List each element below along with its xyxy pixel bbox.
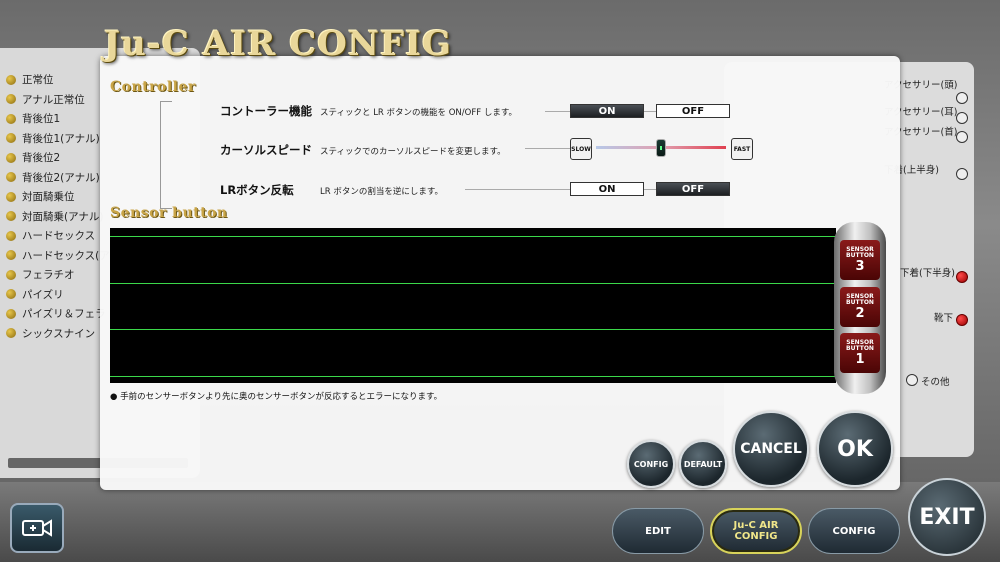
default-button[interactable]: DEFAULT	[679, 440, 727, 488]
controller-function-on-button[interactable]: ON	[570, 104, 644, 118]
outfit-label: 靴下	[934, 313, 954, 324]
outfit-radio[interactable]	[956, 168, 968, 180]
outfit-radio[interactable]	[956, 92, 968, 104]
sensor-button-2: SENSOR BUTTON 2	[840, 287, 880, 327]
outfit-radio[interactable]	[956, 112, 968, 124]
radio-dot-icon	[6, 250, 16, 261]
outfit-label: 下着(下半身)	[900, 268, 955, 279]
lr-swap-on-button[interactable]: ON	[570, 182, 644, 196]
sensor-line-2	[110, 283, 836, 284]
sensor-button-1: SENSOR BUTTON 1	[840, 333, 880, 373]
sensor-heading: Sensor button	[110, 205, 228, 221]
ok-button[interactable]: OK	[817, 411, 893, 487]
radio-dot-icon	[6, 191, 16, 202]
radio-dot-icon	[6, 74, 16, 85]
outfit-label: その他	[921, 377, 950, 388]
radio-dot-icon	[6, 328, 16, 339]
controller-heading: Controller	[110, 79, 196, 95]
speed-slow-button[interactable]: SLOW	[570, 138, 592, 160]
radio-dot-icon	[6, 269, 16, 280]
radio-dot-icon	[6, 113, 16, 124]
row-divider	[525, 148, 570, 149]
controller-function-desc: スティックと LR ボタンの機能を ON/OFF します。	[320, 108, 517, 118]
radio-dot-icon	[6, 308, 16, 319]
camera-icon	[22, 519, 52, 537]
radio-dot-icon	[6, 152, 16, 163]
exit-button[interactable]: EXIT	[908, 478, 986, 556]
radio-dot-icon	[6, 94, 16, 105]
sensor-line-3	[110, 236, 836, 237]
cursor-speed-label: カーソルスピード	[220, 143, 312, 157]
sensor-button-3: SENSOR BUTTON 3	[840, 240, 880, 280]
outfit-radio[interactable]	[906, 374, 918, 386]
cursor-speed-desc: スティックでのカーソルスピードを変更します。	[320, 147, 506, 157]
speed-fast-button[interactable]: FAST	[731, 138, 753, 160]
config-tab-button[interactable]: CONFIG	[808, 508, 900, 554]
lr-swap-desc: LR ボタンの割当を逆にします。	[320, 187, 443, 197]
cancel-button[interactable]: CANCEL	[733, 411, 809, 487]
lr-swap-off-button[interactable]: OFF	[656, 182, 730, 196]
radio-dot-icon	[6, 289, 16, 300]
radio-dot-icon	[6, 211, 16, 222]
radio-dot-icon	[6, 133, 16, 144]
outfit-radio[interactable]	[956, 314, 968, 326]
juc-air-config-button[interactable]: Ju-C AIR CONFIG	[710, 508, 802, 554]
radio-dot-icon	[6, 230, 16, 241]
lr-swap-label: LRボタン反転	[220, 183, 294, 197]
sensor-graph	[110, 228, 836, 383]
config-button[interactable]: CONFIG	[627, 440, 675, 488]
controller-function-off-button[interactable]: OFF	[656, 104, 730, 118]
edit-button[interactable]: EDIT	[612, 508, 704, 554]
section-bracket	[160, 101, 172, 209]
dialog-title: Ju-C AIR CONFIG	[104, 24, 453, 64]
radio-dot-icon	[6, 172, 16, 183]
outfit-radio[interactable]	[956, 131, 968, 143]
camera-button[interactable]	[10, 503, 64, 553]
sensor-note: ● 手前のセンサーボタンより先に奥のセンサーボタンが反応するとエラーになります。	[110, 392, 443, 402]
cursor-speed-thumb[interactable]	[656, 139, 666, 157]
outfit-radio[interactable]	[956, 271, 968, 283]
sensor-baseline	[110, 376, 836, 377]
controller-function-label: コントーラー機能	[220, 104, 312, 118]
sensor-line-1	[110, 329, 836, 330]
